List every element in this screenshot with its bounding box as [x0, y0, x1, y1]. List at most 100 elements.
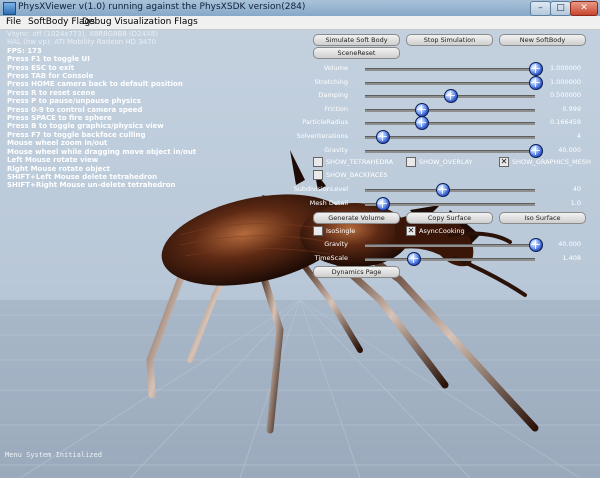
fps-counter: FPS: 173	[7, 46, 42, 55]
slider-track-mesh-detail[interactable]	[365, 203, 535, 206]
checkbox-label: SHOW_GRAPHICS_MESH	[512, 158, 591, 166]
status-message: Menu System Initialized	[5, 451, 102, 459]
slider-knob-friction[interactable]	[415, 102, 430, 117]
slider-knob-subdivisionlevel[interactable]	[435, 183, 450, 197]
dynamics-page-button[interactable]: Dynamics Page	[313, 266, 400, 278]
slider-value-mesh-detail: 1.0	[570, 199, 581, 207]
slider-track-gravity[interactable]	[365, 149, 535, 153]
maximize-icon: □	[556, 3, 565, 13]
checkbox-iso-single[interactable]: IsoSingle	[313, 226, 355, 236]
menu-file-label: File	[6, 17, 22, 27]
slider-track-subdivisionlevel[interactable]	[365, 189, 535, 192]
checkbox-label: AsyncCooking	[419, 227, 465, 235]
slider-label-solveriterations: SolverIterations	[296, 132, 348, 140]
help-line: Press F7 to toggle backface culling	[7, 130, 146, 139]
slider-label-mesh-detail: Mesh Detail	[309, 199, 348, 207]
slider-label-timescale: TimeScale	[314, 254, 348, 262]
checkbox-async-cooking[interactable]: ✕ AsyncCooking	[406, 226, 465, 236]
checkbox-box[interactable]: ✕	[406, 226, 416, 236]
help-line: Press F1 to toggle UI	[7, 55, 90, 64]
slider-label-subdivisionlevel: SubdivisionLevel	[293, 185, 348, 193]
help-line: SHIFT+Left Mouse delete tetrahedron	[7, 172, 158, 181]
3d-viewport[interactable]: Vsync: off (1024x773), X8R8G8B8 (D24X8) …	[0, 30, 600, 478]
menu-debug-label: Debug Visualization Flags	[82, 17, 198, 27]
slider-track-friction[interactable]	[365, 108, 535, 112]
slider-track-volume[interactable]	[365, 68, 535, 71]
slider-knob-solveriterations[interactable]	[376, 130, 390, 144]
checkbox-show-overlay[interactable]: SHOW_OVERLAY	[406, 157, 473, 167]
minimize-icon: –	[538, 3, 543, 13]
slider-label-gravity: Gravity	[324, 145, 348, 154]
slider-value-volume: 1.000000	[549, 64, 581, 72]
checkbox-show-backfaces[interactable]: SHOW_BACKFACES	[313, 170, 388, 180]
simulate-soft-body-button[interactable]: Simulate Soft Body	[313, 34, 400, 46]
slider-knob-timescale[interactable]	[406, 252, 421, 266]
checkbox-label: SHOW_TETRAHEDRA	[326, 158, 394, 166]
help-line: Left Mouse rotate view	[7, 156, 99, 165]
slider-track-stretching[interactable]	[365, 81, 535, 85]
help-line: Right Mouse rotate object	[7, 164, 111, 173]
checkbox-show-tetrahedra[interactable]: SHOW_TETRAHEDRA	[313, 157, 393, 167]
close-button[interactable]: ✕	[570, 1, 598, 16]
slider-track-solveriterations[interactable]	[365, 136, 535, 139]
slider-track-timescale[interactable]	[365, 258, 535, 261]
help-line: Press SPACE to fire sphere	[7, 114, 112, 123]
slider-knob-gravity[interactable]	[529, 238, 543, 252]
help-line: Mouse wheel while dragging move object i…	[7, 147, 197, 156]
menu-debug-visualization-flags[interactable]: Debug Visualization Flags	[82, 17, 198, 27]
slider-knob-gravity[interactable]	[529, 143, 543, 158]
slider-value-subdivisionlevel: 40	[572, 185, 581, 193]
scene-reset-button[interactable]: SceneReset	[313, 47, 400, 59]
checkbox-box[interactable]	[313, 226, 323, 236]
slider-value-gravity: 40.000	[558, 145, 581, 154]
slider-knob-volume[interactable]	[529, 62, 543, 76]
stop-simulation-button[interactable]: Stop Simulation	[406, 34, 493, 46]
help-line: Press 0-9 to control camera speed	[7, 105, 143, 114]
slider-value-solveriterations: 4	[576, 132, 581, 140]
title-bar: PhysXViewer v(1.0) running against the P…	[0, 0, 600, 17]
new-softbody-button[interactable]: New SoftBody	[499, 34, 586, 46]
checkbox-box[interactable]: ✕	[499, 157, 509, 167]
slider-knob-mesh-detail[interactable]	[376, 197, 390, 211]
slider-label-particleradius: ParticleRadius	[302, 118, 348, 127]
close-icon: ✕	[580, 3, 588, 13]
slider-value-friction: 0.999	[562, 104, 581, 113]
help-line: Press HOME camera back to default positi…	[7, 80, 183, 89]
info-overlay: Vsync: off (1024x773), X8R8G8B8 (D24X8) …	[7, 30, 196, 190]
help-line: Press B to toggle graphics/physics view	[7, 122, 164, 131]
window-title: PhysXViewer v(1.0) running against the P…	[18, 2, 306, 12]
slider-track-gravity[interactable]	[365, 244, 535, 247]
app-icon	[3, 2, 16, 15]
slider-label-gravity: Gravity	[324, 240, 348, 248]
help-line: Mouse wheel zoom in/out	[7, 139, 108, 148]
slider-value-damping: 0.500000	[549, 91, 581, 100]
physx-viewer-window: PhysXViewer v(1.0) running against the P…	[0, 0, 600, 478]
slider-value-timescale: 1.408	[562, 254, 581, 262]
menu-bar: File SoftBody Flags Debug Visualization …	[0, 16, 600, 30]
help-line: Press R to reset scene	[7, 88, 96, 97]
checkbox-box[interactable]	[313, 157, 323, 167]
slider-knob-stretching[interactable]	[529, 75, 543, 90]
vsync-info: Vsync: off (1024x773), X8R8G8B8 (D24X8)	[7, 30, 158, 38]
slider-track-particleradius[interactable]	[365, 122, 535, 126]
slider-value-stretching: 1.000000	[549, 77, 581, 86]
checkbox-box[interactable]	[313, 170, 323, 180]
minimize-button[interactable]: –	[530, 1, 551, 16]
slider-label-friction: Friction	[324, 104, 348, 113]
maximize-button[interactable]: □	[550, 1, 571, 16]
slider-label-damping: Damping	[318, 91, 349, 100]
checkbox-box[interactable]	[406, 157, 416, 167]
iso-surface-button[interactable]: Iso Surface	[499, 212, 586, 224]
slider-label-stretching: Stretching	[314, 77, 349, 86]
menu-file[interactable]: File	[6, 17, 21, 27]
checkbox-label: SHOW_OVERLAY	[419, 158, 473, 166]
checkbox-label: IsoSingle	[326, 227, 356, 235]
help-line: SHIFT+Right Mouse un-delete tetrahedron	[7, 181, 176, 190]
copy-surface-button[interactable]: Copy Surface	[406, 212, 493, 224]
slider-label-volume: Volume	[323, 64, 348, 72]
slider-value-particleradius: 0.166459	[549, 118, 581, 127]
hal-info: HAL (hw vp): ATI Mobility Radeon HD 3470	[7, 38, 157, 47]
slider-value-gravity: 40.000	[558, 240, 581, 248]
generate-volume-button[interactable]: Generate Volume	[313, 212, 400, 224]
checkbox-show-graphics-mesh[interactable]: ✕ SHOW_GRAPHICS_MESH	[499, 157, 591, 167]
